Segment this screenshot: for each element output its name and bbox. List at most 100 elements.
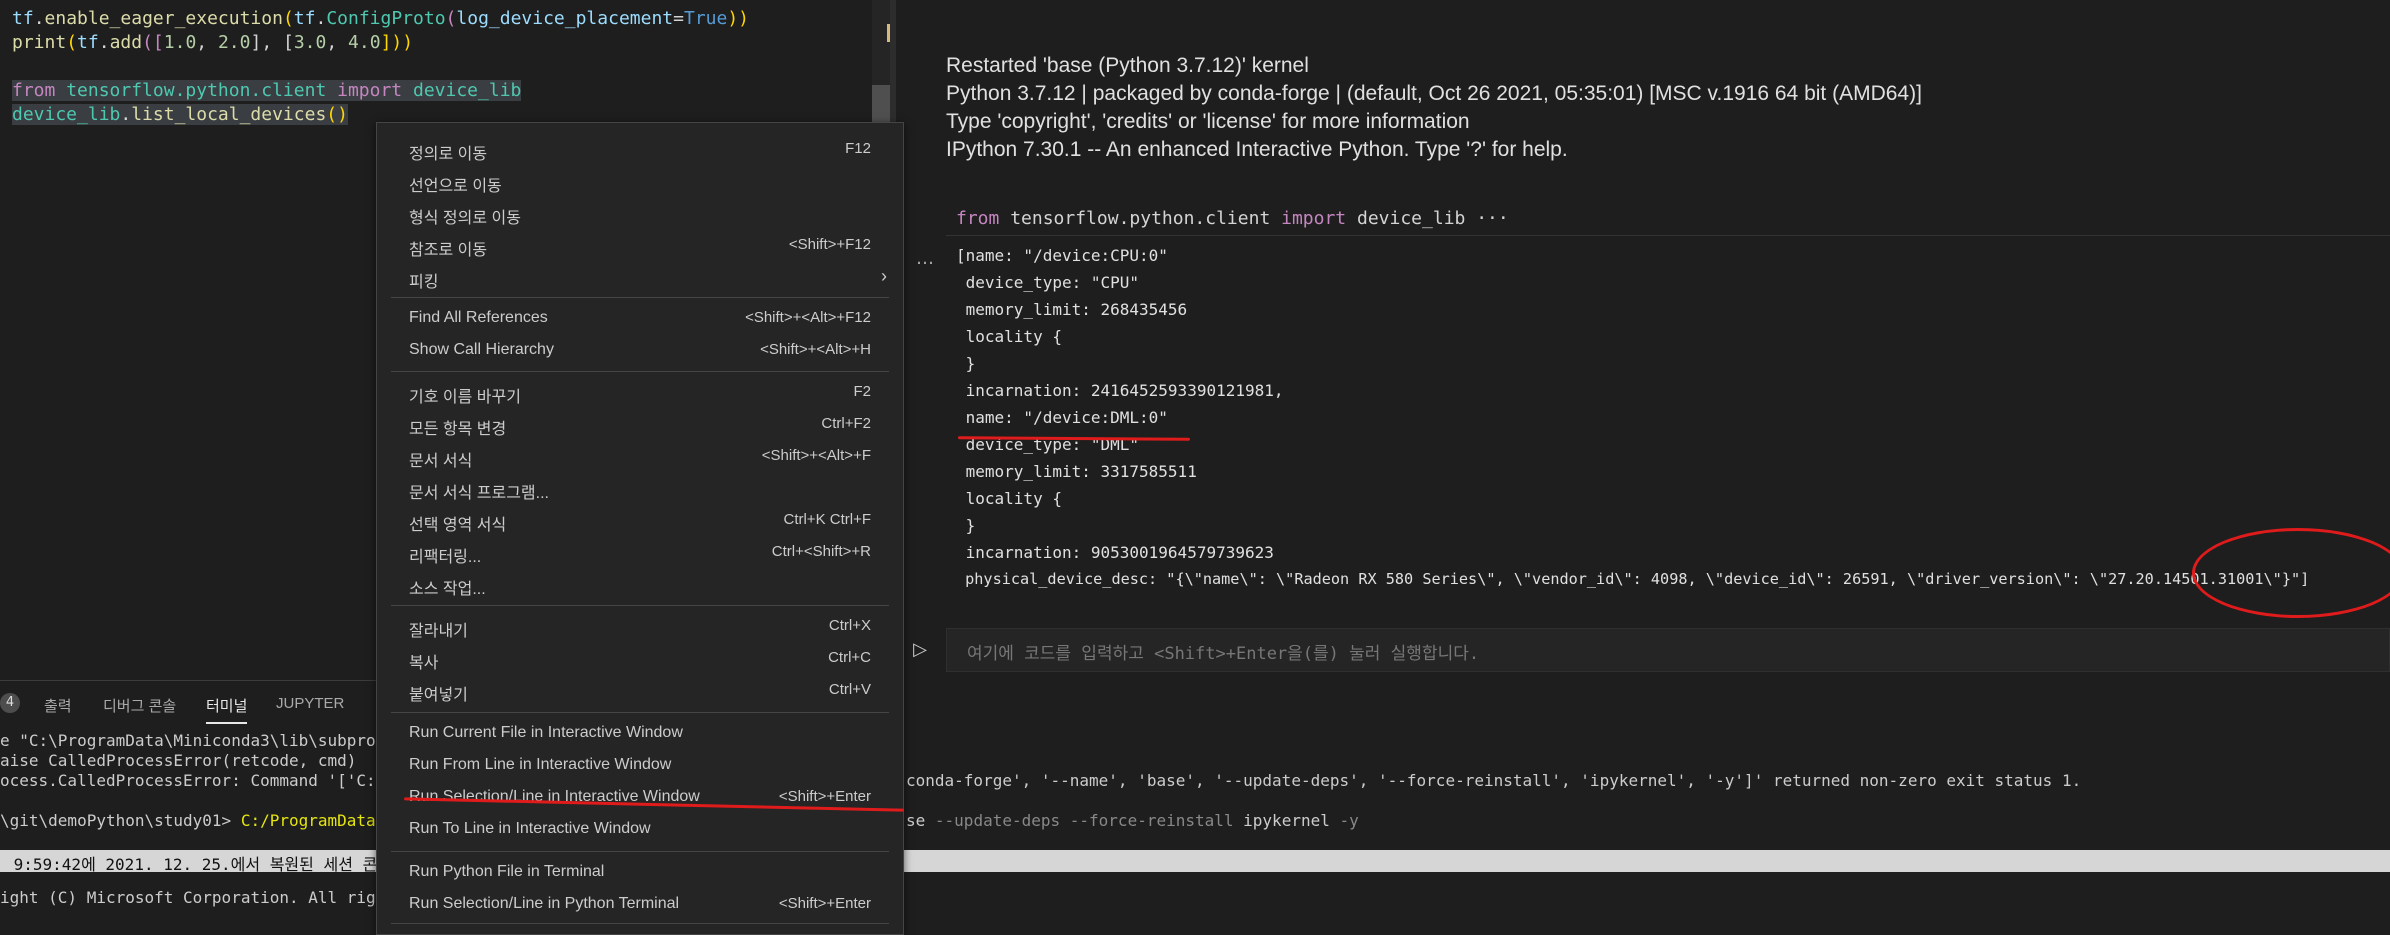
context-menu: 정의로 이동 F12 선언으로 이동 형식 정의로 이동 참조로 이동 <Shift… — [376, 122, 904, 935]
tab-output[interactable]: 출력 — [44, 695, 72, 716]
menu-item-run-selection-terminal[interactable]: Run Selection/Line in Python Terminal <Sh… — [377, 889, 903, 921]
menu-item-label: 피킹 — [409, 274, 439, 291]
menu-item-source-action[interactable]: 소스 작업... — [377, 569, 903, 601]
menu-item-format-document-with[interactable]: 문서 서식 프로그램... — [377, 473, 903, 505]
play-icon[interactable]: ▷ — [908, 638, 932, 662]
menu-item-label: 참조로 이동 — [409, 242, 488, 259]
menu-item-label: 형식 정의로 이동 — [409, 210, 521, 227]
menu-item-shortcut: <Shift>+Enter — [778, 895, 871, 912]
menu-item-peek[interactable]: 피킹 › — [377, 262, 903, 294]
terminal-token: ipykernel — [1243, 811, 1330, 830]
menu-item-run-to-line-interactive[interactable]: Run To Line in Interactive Window — [377, 814, 903, 846]
menu-item-label: 모든 항목 변경 — [409, 421, 507, 438]
code-input-box[interactable]: 여기에 코드를 입력하고 <Shift>+Enter을(를) 눌러 실행합니다. — [946, 628, 2390, 672]
cell-input[interactable]: from tensorflow.python.client import dev… — [956, 208, 1509, 229]
code-token: device_lib — [12, 104, 121, 125]
menu-item-run-python-file-terminal[interactable]: Run Python File in Terminal — [377, 857, 903, 889]
code-token: tf — [293, 8, 316, 29]
problems-count-badge[interactable]: 4 — [0, 693, 20, 713]
menu-item-shortcut: <Shift>+Enter — [778, 788, 871, 805]
terminal-line: aise CalledProcessError(retcode, cmd) — [0, 751, 357, 770]
menu-item-shortcut: <Shift>+F12 — [788, 236, 871, 253]
code-token: , — [326, 32, 349, 53]
output-line: physical_device_desc: "{\"name\": \"Rade… — [956, 570, 2310, 588]
menu-item-label: 선택 영역 서식 — [409, 517, 507, 534]
menu-item-label: 선언으로 이동 — [409, 178, 502, 195]
terminal-token: -y — [1329, 811, 1359, 830]
menu-item-shortcut: F2 — [853, 383, 871, 400]
code-token: ( — [445, 8, 457, 29]
output-line: device_type: "CPU" — [956, 273, 1140, 292]
menu-separator — [391, 605, 889, 606]
menu-item-cut[interactable]: 잘라내기 Ctrl+X — [377, 611, 903, 643]
code-token: ( — [282, 8, 294, 29]
code-token: from — [12, 80, 56, 101]
cell-more-icon[interactable]: … — [916, 248, 934, 269]
menu-item-find-all-references[interactable]: Find All References <Shift>+<Alt>+F12 — [377, 303, 903, 335]
menu-separator — [391, 371, 889, 372]
menu-item-paste[interactable]: 붙여넣기 Ctrl+V — [377, 675, 903, 707]
terminal-line: ocess.CalledProcessError: Command '['C:/… — [0, 771, 405, 790]
code-token: list_local_devices — [131, 104, 327, 125]
output-line: memory_limit: 268435456 — [956, 300, 1188, 319]
code-token: device_lib — [402, 80, 522, 101]
menu-item-format-selection[interactable]: 선택 영역 서식 Ctrl+K Ctrl+F — [377, 505, 903, 537]
code-line[interactable]: print(tf.add([1.0, 2.0], [3.0, 4.0])) — [12, 32, 413, 53]
menu-item-show-call-hierarchy[interactable]: Show Call Hierarchy <Shift>+<Alt>+H — [377, 335, 903, 367]
output-line: memory_limit: 3317585511 — [956, 462, 1197, 481]
session-restore-bar: 9:59:42에 2021. 12. 25.에서 복원된 세션 콘 — [0, 850, 2390, 874]
type-copyright-line: Type 'copyright', 'credits' or 'license'… — [946, 110, 1470, 133]
code-token: 1.0 — [163, 32, 197, 53]
menu-item-rename-symbol[interactable]: 기호 이름 바꾸기 F2 — [377, 377, 903, 409]
code-token: enable_eager_execution — [44, 8, 283, 29]
menu-item-shortcut: Ctrl+<Shift>+R — [771, 543, 871, 560]
menu-item-shortcut: <Shift>+<Alt>+F — [761, 447, 871, 464]
code-token: device_lib ··· — [1346, 208, 1509, 229]
code-token: 2.0 — [217, 32, 251, 53]
code-line-selected[interactable]: device_lib.list_local_devices() — [12, 104, 348, 125]
menu-item-go-to-type-definition[interactable]: 형식 정의로 이동 — [377, 198, 903, 230]
menu-item-shortcut: Ctrl+F2 — [821, 415, 871, 432]
python-version-line: Python 3.7.12 | packaged by conda-forge … — [946, 82, 1922, 105]
tab-terminal[interactable]: 터미널 — [206, 695, 248, 724]
output-line: } — [956, 516, 976, 535]
menu-item-format-document[interactable]: 문서 서식 <Shift>+<Alt>+F — [377, 441, 903, 473]
terminal-error-line: conda-forge', '--name', 'base', '--updat… — [906, 771, 2082, 790]
code-token: import — [1281, 208, 1347, 229]
output-line: locality { — [956, 327, 1062, 346]
menu-item-change-all-occurrences[interactable]: 모든 항목 변경 Ctrl+F2 — [377, 409, 903, 441]
output-line: incarnation: 9053001964579739623 — [956, 543, 1274, 562]
menu-separator — [391, 851, 889, 852]
menu-item-run-from-line-interactive[interactable]: Run From Line in Interactive Window — [377, 750, 903, 782]
menu-separator — [391, 923, 889, 924]
editor-scrollbar-thumb[interactable] — [872, 85, 890, 125]
terminal-token: --update-deps --force-reinstall — [934, 811, 1244, 830]
code-token: 3.0 — [293, 32, 327, 53]
menu-item-refactor[interactable]: 리팩터링... Ctrl+<Shift>+R — [377, 537, 903, 569]
tab-jupyter[interactable]: JUPYTER — [276, 695, 344, 712]
code-line-selected[interactable]: from tensorflow.python.client import dev… — [12, 80, 522, 101]
code-line[interactable]: tf.enable_eager_execution(tf.ConfigProto… — [12, 8, 749, 29]
copyright-line: ight (C) Microsoft Corporation. All righ… — [0, 888, 405, 907]
code-token: ConfigProto — [326, 8, 446, 29]
code-token: tf — [12, 8, 34, 29]
code-token: log_device_placement — [456, 8, 674, 29]
menu-item-shortcut: <Shift>+<Alt>+H — [760, 341, 871, 358]
menu-item-label: 소스 작업... — [409, 581, 486, 598]
menu-item-label: 문서 서식 프로그램... — [409, 485, 549, 502]
code-token: = — [673, 8, 684, 29]
output-line: name: "/device:DML:0" — [956, 408, 1168, 427]
output-line: locality { — [956, 489, 1062, 508]
menu-item-go-to-definition[interactable]: 정의로 이동 F12 — [377, 134, 903, 166]
ipython-version-line: IPython 7.30.1 -- An enhanced Interactiv… — [946, 138, 1568, 161]
menu-item-run-current-file-interactive[interactable]: Run Current File in Interactive Window — [377, 718, 903, 750]
tab-debug-console[interactable]: 디버그 콘솔 — [103, 695, 176, 716]
code-token: , — [196, 32, 218, 53]
code-token: . — [33, 8, 45, 29]
menu-item-label: Run To Line in Interactive Window — [409, 820, 651, 837]
menu-item-go-to-declaration[interactable]: 선언으로 이동 — [377, 166, 903, 198]
menu-item-copy[interactable]: 복사 Ctrl+C — [377, 643, 903, 675]
code-token: tf — [77, 32, 99, 53]
menu-item-go-to-references[interactable]: 참조로 이동 <Shift>+F12 — [377, 230, 903, 262]
terminal-prompt[interactable]: \git\demoPython\study01> C:/ProgramData/… — [0, 811, 405, 830]
